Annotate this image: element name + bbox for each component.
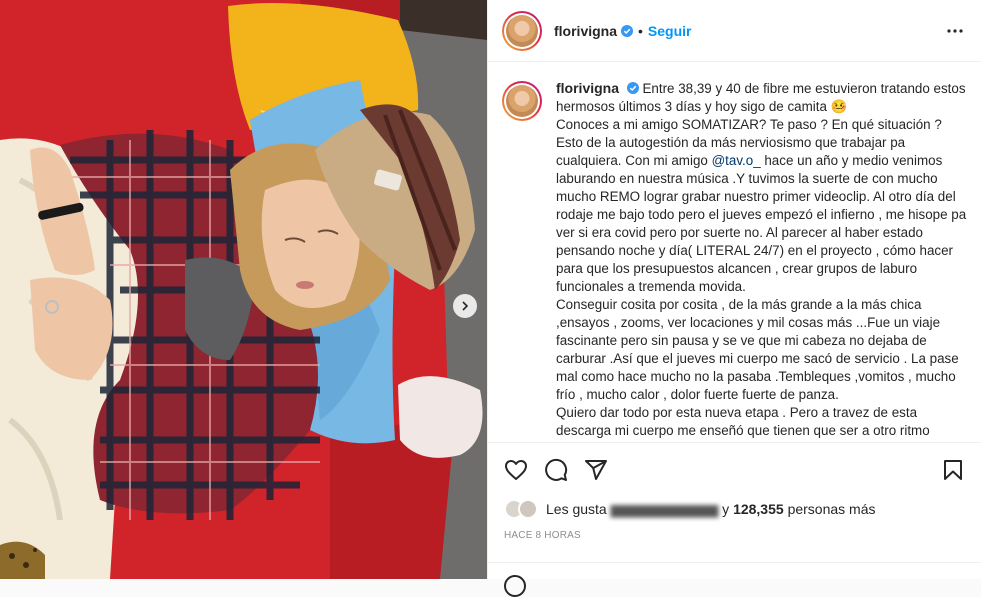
caption-avatar[interactable] — [502, 81, 542, 121]
caption-first-paragraph: florivigna Entre 38,39 y 40 de fibre me … — [556, 79, 967, 116]
instagram-post: florivigna • Seguir florivigna Entre 38,… — [0, 0, 981, 597]
more-options-icon — [947, 28, 963, 33]
emoji-icon[interactable] — [504, 575, 526, 597]
likes-mid: y — [722, 501, 730, 517]
sick-girl-on-couch-image — [0, 0, 487, 579]
caption-area: florivigna Entre 38,39 y 40 de fibre me … — [488, 63, 981, 441]
post-photo[interactable] — [0, 0, 487, 579]
like-button[interactable] — [496, 450, 536, 490]
save-button[interactable] — [933, 450, 973, 490]
sick-emoji: 🤒 — [830, 99, 848, 114]
caption: florivigna Entre 38,39 y 40 de fibre me … — [556, 79, 967, 441]
heart-icon — [505, 459, 527, 480]
next-photo-button[interactable] — [453, 294, 477, 318]
mention-link[interactable]: @tav.o_ — [712, 153, 761, 168]
caption-paragraph-5: Quiero dar todo por esta nueva etapa . P… — [556, 405, 930, 438]
caption-username[interactable]: florivigna — [556, 80, 619, 96]
verified-badge-icon — [626, 82, 639, 94]
follow-button[interactable]: Seguir — [648, 23, 692, 39]
more-options-button[interactable] — [943, 19, 967, 43]
chevron-right-icon — [462, 301, 469, 311]
caption-p3-end: hace un año y medio venimos laburando en… — [556, 153, 967, 294]
add-comment-bar — [488, 562, 981, 597]
avatar[interactable] — [502, 10, 542, 51]
liker-name-hidden[interactable]: ▆▆▆▆▆▆▆▆▆▆ — [607, 501, 722, 518]
liker-avatars[interactable] — [504, 499, 538, 519]
caption-paragraph-2: Conoces a mi amigo SOMATIZAR? Te paso ? … — [556, 117, 942, 132]
header-username[interactable]: florivigna — [554, 23, 617, 39]
caption-paragraph-4: Conseguir cosita por cosita , de la más … — [556, 297, 959, 402]
likes-prefix: Les gusta — [546, 501, 607, 517]
likes-suffix[interactable]: personas más — [788, 501, 876, 517]
post-side-panel: florivigna • Seguir florivigna Entre 38,… — [487, 0, 981, 597]
likes-count[interactable]: 128,355 — [733, 501, 784, 517]
bookmark-icon — [944, 459, 962, 480]
post-header: florivigna • Seguir — [488, 0, 981, 62]
header-separator: • — [638, 22, 643, 39]
comment-button[interactable] — [536, 450, 576, 490]
comment-icon — [545, 458, 568, 481]
share-button[interactable] — [576, 450, 616, 490]
paper-plane-icon — [585, 459, 607, 480]
verified-badge-icon — [621, 24, 634, 37]
liker-avatar — [518, 499, 538, 519]
post-timestamp[interactable]: HACE 8 HORAS — [504, 530, 581, 541]
caption-paragraph-3: Esto de la autogestión da más nerviosism… — [556, 134, 967, 296]
likes-summary: Les gusta ▆▆▆▆▆▆▆▆▆▆ y 128,355 personas … — [504, 496, 876, 522]
action-bar — [488, 442, 981, 496]
